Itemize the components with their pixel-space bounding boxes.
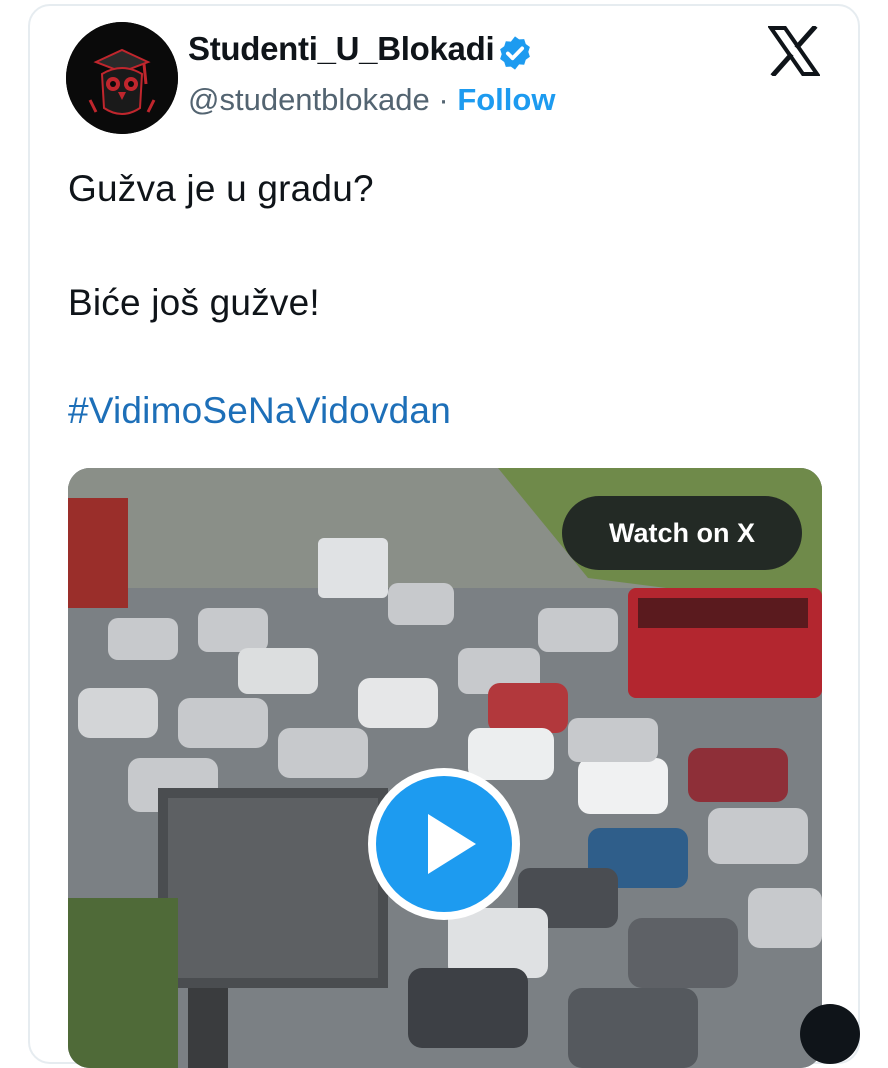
play-button[interactable] (368, 768, 520, 920)
verified-badge-icon (500, 36, 530, 70)
separator: · (429, 82, 458, 117)
x-logo-icon[interactable] (768, 26, 820, 76)
more-options-button[interactable] (800, 1004, 860, 1064)
display-name[interactable]: Studenti_U_Blokadi (188, 30, 495, 68)
tweet-text-line1: Gužva je u gradu? (68, 168, 374, 209)
watch-on-x-button[interactable]: Watch on X (562, 496, 802, 570)
handle[interactable]: @studentblokade (188, 82, 430, 117)
play-icon (428, 814, 476, 874)
tweet-text-line2: Biće još gužve! (68, 282, 320, 323)
owl-logo-image (66, 22, 178, 134)
follow-button[interactable]: Follow (457, 82, 555, 117)
avatar[interactable] (66, 22, 178, 134)
handle-row: @studentblokade · Follow (188, 82, 555, 118)
hashtag-link[interactable]: #VidimoSeNaVidovdan (68, 390, 451, 432)
